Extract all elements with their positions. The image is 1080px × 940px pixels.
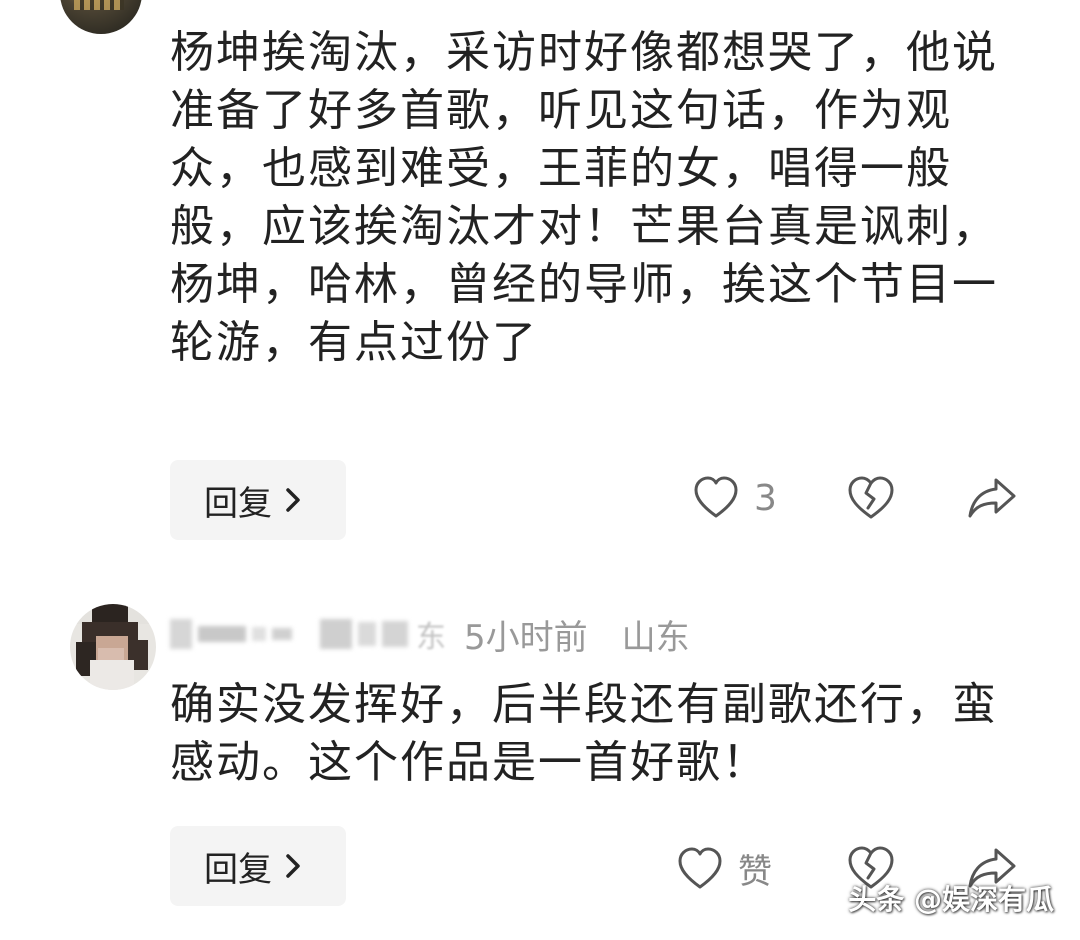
comment-time: 5小时前 xyxy=(464,617,588,658)
blurred-username[interactable]: 东 xyxy=(170,612,446,656)
username-fragment: 东 xyxy=(416,620,446,655)
chevron-right-icon xyxy=(286,854,300,878)
share-button[interactable] xyxy=(966,474,1018,522)
broken-heart-icon xyxy=(848,476,894,519)
reply-label: 回复 xyxy=(204,483,272,524)
dislike-button[interactable] xyxy=(846,474,896,522)
heart-outline-icon xyxy=(694,476,738,518)
commenter-avatar[interactable] xyxy=(70,604,156,690)
watermark: 头条 @娱深有瓜 xyxy=(848,883,1054,916)
comment-text: 杨坤挨淘汰，采访时好像都想哭了，他说准备了好多首歌，听见这句话，作为观众，也感到… xyxy=(170,27,998,368)
comment-meta: 东 5小时前 山东 xyxy=(170,610,690,658)
reply-label: 回复 xyxy=(204,849,272,890)
share-arrow-icon xyxy=(968,478,1016,518)
commenter-avatar[interactable] xyxy=(60,0,142,34)
comment-location: 山东 xyxy=(621,617,690,658)
like-button[interactable]: 3 xyxy=(692,474,777,522)
like-label: 赞 xyxy=(738,852,772,892)
chevron-right-icon xyxy=(286,488,300,512)
comment-text: 确实没发挥好，后半段还有副歌还行，蛮感动。这个作品是一首好歌！ xyxy=(170,679,998,788)
reply-button[interactable]: 回复 xyxy=(170,826,346,906)
like-button[interactable]: 赞 xyxy=(676,844,772,893)
like-count: 3 xyxy=(754,477,777,519)
heart-outline-icon xyxy=(678,847,722,888)
reply-button[interactable]: 回复 xyxy=(170,460,346,540)
